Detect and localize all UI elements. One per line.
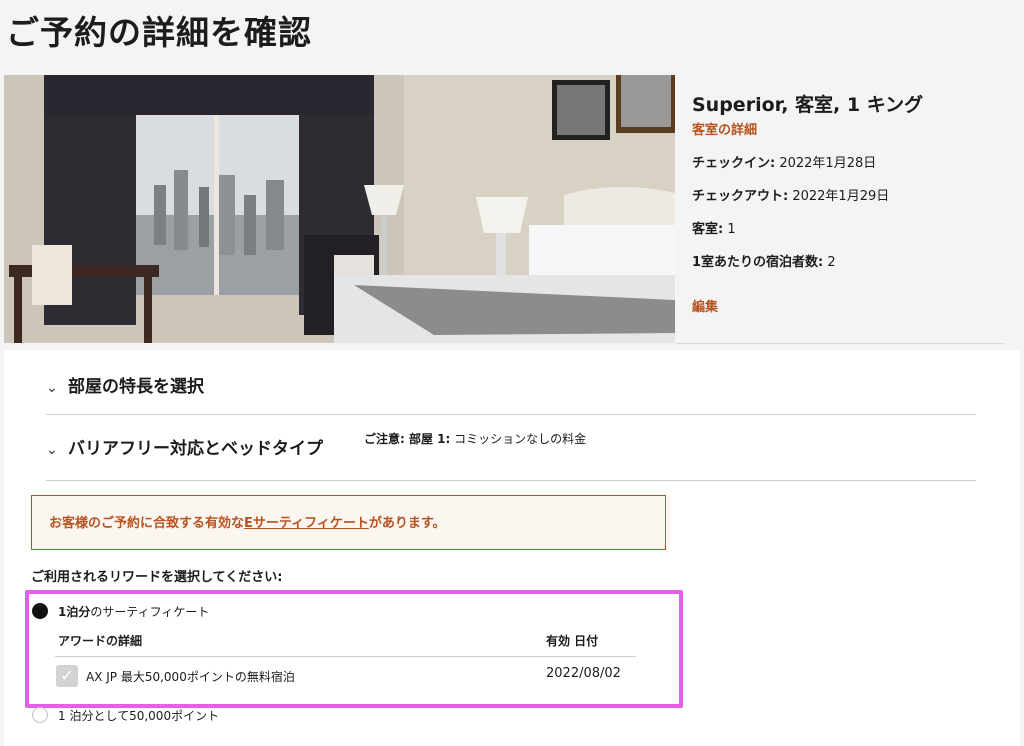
award-date: 2022/08/02 (546, 666, 621, 681)
chevron-down-icon: ⌄ (46, 442, 58, 458)
certificate-alert-text: お客様のご予約に合致する有効なEサーティフィケートがあります。 (49, 512, 446, 531)
award-details-header: アワードの詳細 (58, 634, 143, 648)
room-details-link[interactable]: 客室の詳細 (692, 119, 1012, 138)
divider (55, 656, 636, 657)
guests-label: 1室あたりの宿泊者数: (692, 255, 824, 270)
award-name: AX JP 最大50,000ポイントの無料宿泊 (86, 670, 295, 684)
alert-suffix: があります。 (368, 516, 446, 531)
accordion-title: バリアフリー対応とベッドタイプ (68, 439, 323, 459)
rate-note-label: ご注意: 部屋 1: (364, 432, 451, 446)
checkout-label: チェックアウト: (692, 189, 789, 204)
accordion-title: 部屋の特長を選択 (68, 377, 204, 397)
edit-link[interactable]: 編集 (692, 296, 1012, 315)
valid-date-header: 有効 日付 (546, 634, 599, 648)
option-text: のサーティフィケート (90, 605, 210, 619)
rate-note-text: コミッションなしの料金 (450, 432, 587, 446)
option-bold: 1泊分 (58, 605, 91, 619)
checkin-value: 2022年1月28日 (775, 156, 877, 171)
check-icon: ✓ (60, 666, 74, 685)
accordion-accessibility-bed[interactable]: ⌄ バリアフリー対応とベッドタイプ ご注意: 部屋 1: コミッションなしの料金 (46, 428, 976, 481)
alert-prefix: お客様のご予約に合致する有効な (49, 516, 245, 531)
accordion-room-features[interactable]: ⌄ 部屋の特長を選択 (46, 372, 976, 415)
reward-option-certificate[interactable]: 1泊分のサーティフィケート (58, 603, 209, 620)
checkin-row: チェックイン: 2022年1月28日 (692, 152, 1012, 171)
rooms-label: 客室: (692, 222, 724, 237)
reward-radio-certificate[interactable] (32, 603, 48, 619)
page-title: ご予約の詳細を確認 (6, 13, 312, 52)
award-checkbox[interactable]: ✓ (56, 665, 78, 687)
rewards-heading: ご利用されるリワードを選択してください: (31, 570, 283, 585)
guests-row: 1室あたりの宿泊者数: 2 (692, 251, 1012, 270)
room-summary: Superior, 客室, 1 キング 客室の詳細 チェックイン: 2022年1… (692, 90, 1012, 315)
rooms-value: 1 (723, 222, 736, 237)
guests-value: 2 (823, 255, 836, 270)
ecertificate-link[interactable]: Eサーティフィケート (244, 516, 369, 531)
reward-radio-points[interactable] (32, 707, 48, 723)
rooms-row: 客室: 1 (692, 218, 1012, 237)
chevron-down-icon: ⌄ (46, 380, 58, 396)
divider (676, 343, 1004, 344)
reward-option-points[interactable]: 1 泊分として50,000ポイント (58, 707, 219, 724)
certificate-alert: お客様のご予約に合致する有効なEサーティフィケートがあります。 (31, 495, 666, 550)
room-photo (4, 75, 675, 343)
checkin-label: チェックイン: (692, 156, 776, 171)
checkout-row: チェックアウト: 2022年1月29日 (692, 185, 1012, 204)
rate-note: ご注意: 部屋 1: コミッションなしの料金 (364, 430, 586, 447)
room-name: Superior, 客室, 1 キング (692, 94, 924, 116)
checkout-value: 2022年1月29日 (788, 189, 890, 204)
